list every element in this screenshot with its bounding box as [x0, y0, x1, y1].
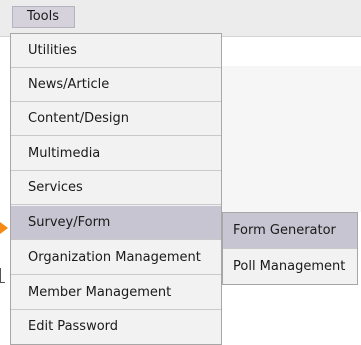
menu-item-utilities[interactable]: Utilities: [11, 34, 221, 68]
menu-item-content-design[interactable]: Content/Design: [11, 102, 221, 136]
survey-form-submenu: Form Generator Poll Management: [222, 212, 358, 285]
menu-item-organization-management[interactable]: Organization Management: [11, 241, 221, 275]
menu-item-multimedia[interactable]: Multimedia: [11, 137, 221, 171]
menu-item-news-article[interactable]: News/Article: [11, 68, 221, 102]
pointer-arrow-icon: [0, 222, 8, 234]
submenu-item-form-generator[interactable]: Form Generator: [223, 213, 357, 248]
submenu-item-poll-management[interactable]: Poll Management: [223, 248, 357, 283]
menu-item-services[interactable]: Services: [11, 171, 221, 205]
background-fragment: [0, 268, 5, 283]
tools-menu-header[interactable]: Tools: [12, 6, 75, 28]
menu-item-edit-password[interactable]: Edit Password: [11, 310, 221, 344]
menu-item-member-management[interactable]: Member Management: [11, 276, 221, 310]
background-panel: [222, 66, 361, 212]
tools-dropdown-menu: Utilities News/Article Content/Design Mu…: [10, 33, 222, 345]
menu-item-survey-form[interactable]: Survey/Form: [11, 206, 221, 240]
